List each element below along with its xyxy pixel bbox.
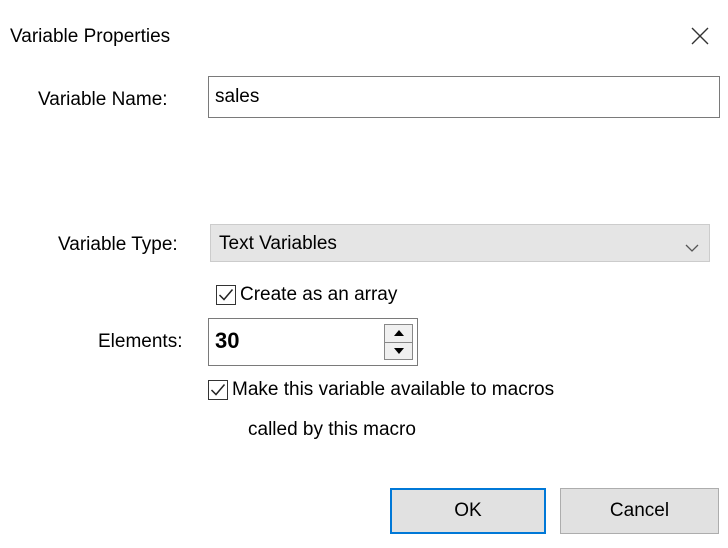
checkmark-icon [218, 289, 234, 301]
create-array-checkbox-row[interactable]: Create as an array [216, 284, 397, 306]
dialog-title: Variable Properties [10, 26, 171, 47]
create-array-checkbox[interactable] [216, 285, 236, 305]
triangle-up-icon [393, 330, 404, 337]
variable-name-label: Variable Name: [38, 89, 168, 110]
variable-properties-dialog: Variable Properties Variable Name: Varia… [0, 0, 728, 548]
variable-type-select[interactable]: Text Variables [210, 224, 710, 262]
available-to-macros-checkbox-row[interactable]: Make this variable available to macros [208, 379, 554, 401]
increment-button[interactable] [384, 324, 413, 343]
variable-type-value: Text Variables [219, 233, 337, 254]
cancel-button[interactable]: Cancel [560, 488, 719, 534]
elements-spinbox[interactable]: 30 [208, 318, 418, 366]
decrement-button[interactable] [384, 342, 413, 360]
elements-value: 30 [215, 328, 240, 353]
close-icon [691, 27, 709, 45]
ok-button[interactable]: OK [390, 488, 546, 534]
variable-name-input[interactable] [208, 76, 720, 118]
close-button[interactable] [678, 14, 722, 58]
elements-stepper [384, 324, 413, 360]
variable-type-label: Variable Type: [58, 234, 178, 255]
chevron-down-icon [685, 237, 699, 259]
available-to-macros-label-line2: called by this macro [248, 419, 416, 440]
create-array-label: Create as an array [240, 284, 398, 305]
triangle-down-icon [393, 347, 404, 354]
available-to-macros-checkbox[interactable] [208, 380, 228, 400]
checkmark-icon [210, 384, 226, 396]
elements-label: Elements: [98, 331, 183, 352]
available-to-macros-label-line1: Make this variable available to macros [232, 379, 555, 400]
